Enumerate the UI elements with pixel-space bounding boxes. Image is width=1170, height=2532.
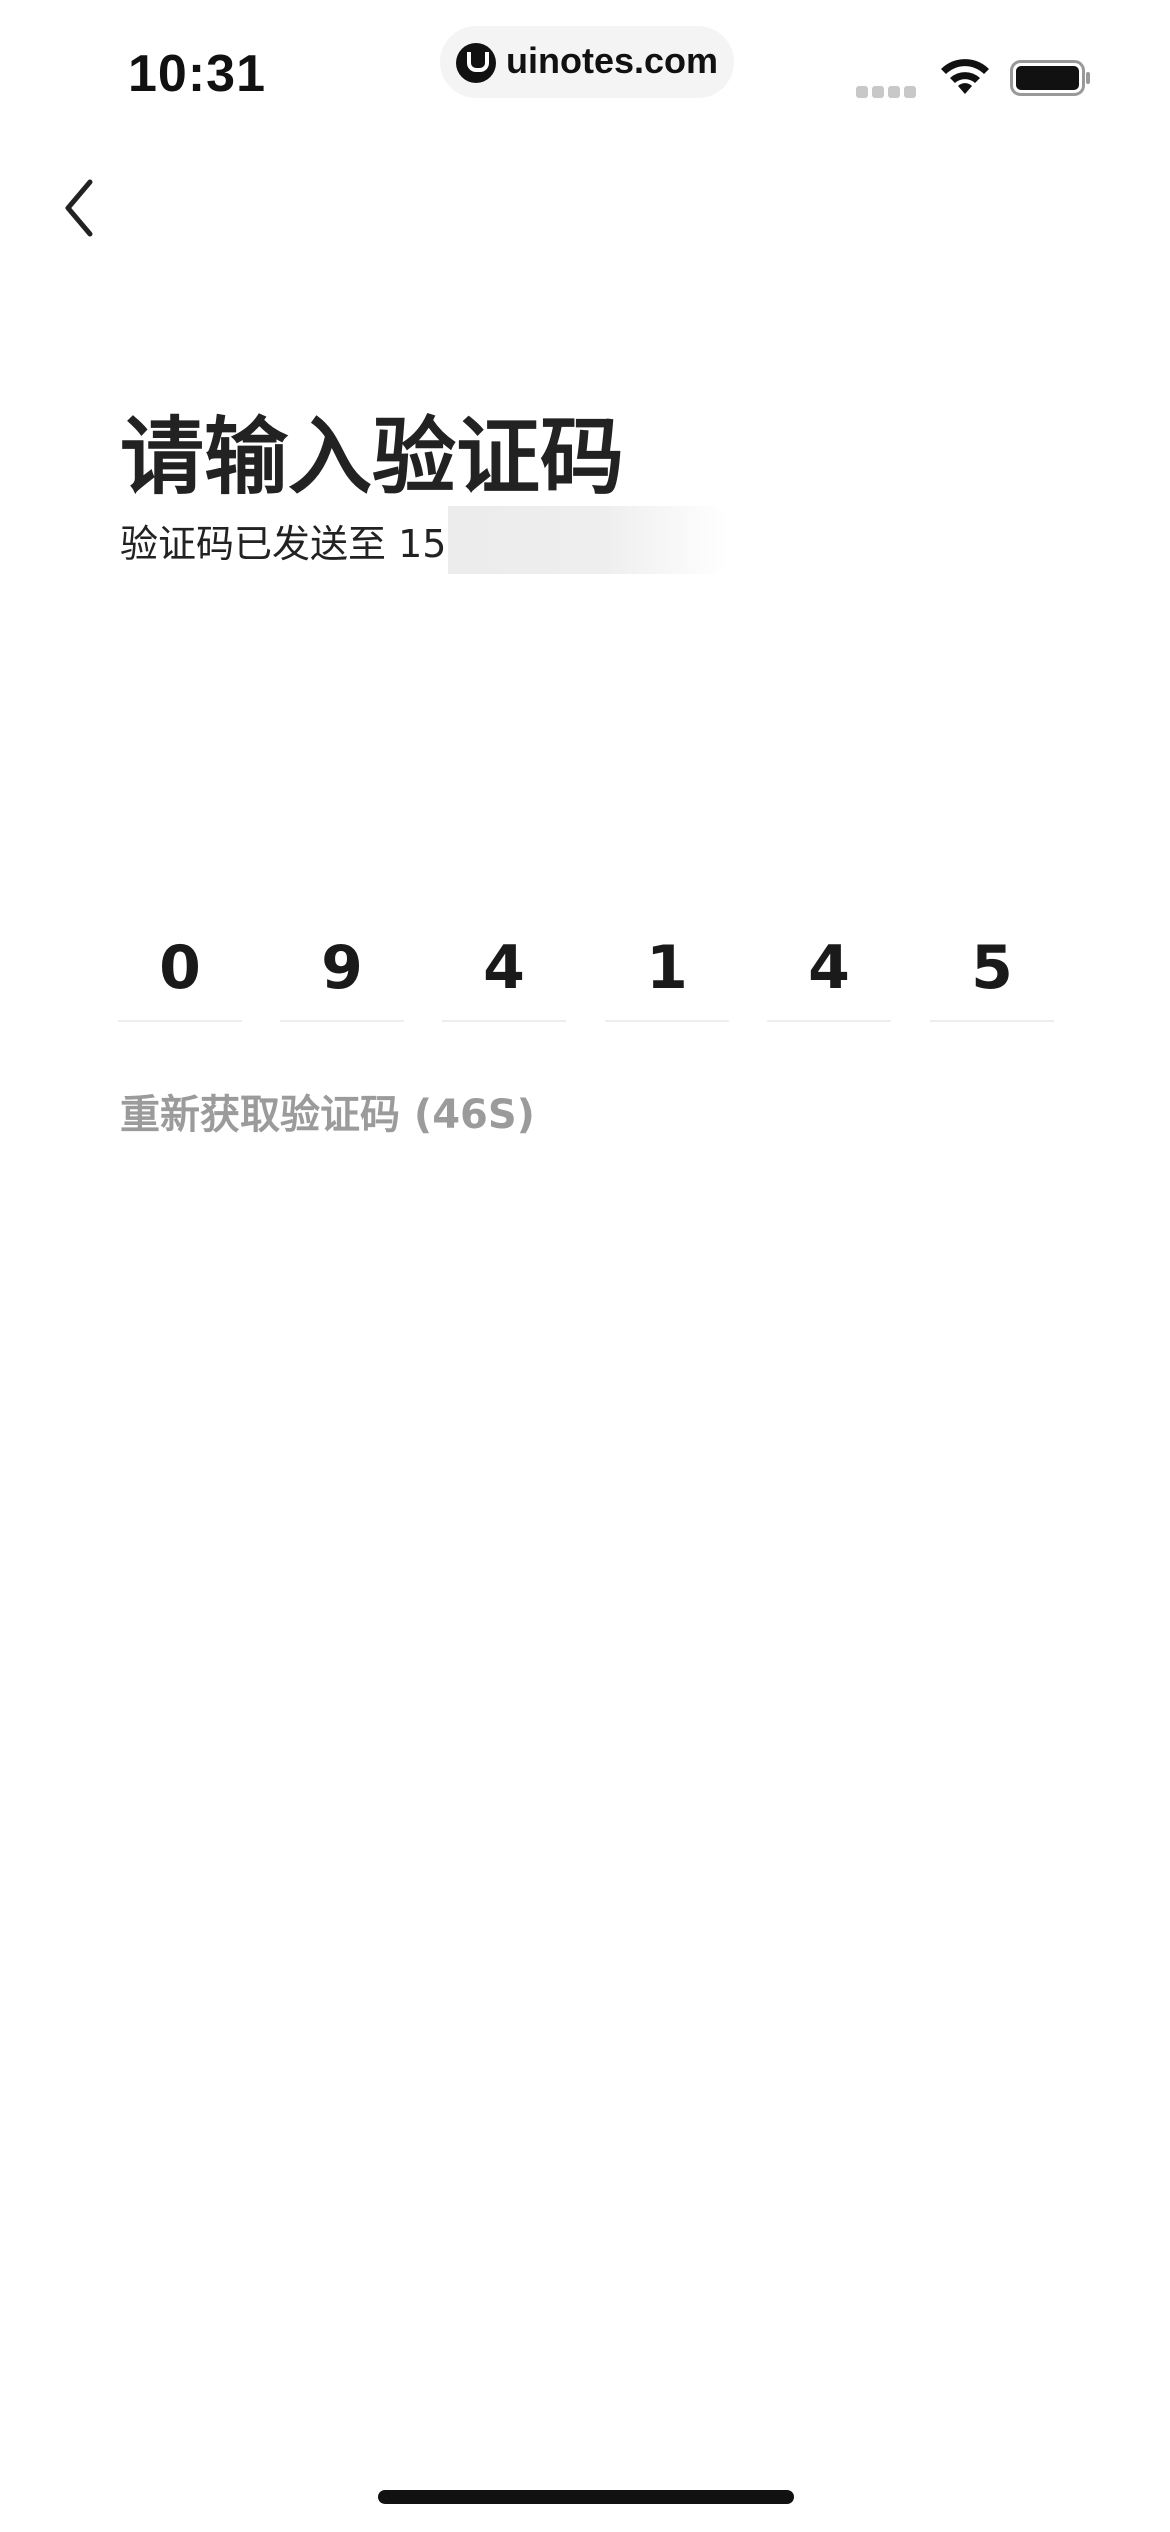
status-time: 10:31 [128, 45, 266, 103]
code-digit-box[interactable]: 4 [442, 920, 566, 1022]
code-digit: 1 [646, 933, 688, 1003]
page-title: 请输入验证码 [120, 408, 625, 506]
code-digit-box[interactable]: 5 [930, 920, 1054, 1022]
resend-code-link[interactable]: 重新获取验证码 (46S) [120, 1082, 535, 1140]
back-button[interactable] [50, 170, 110, 246]
code-digit-box[interactable]: 1 [605, 920, 729, 1022]
signal-dots-icon [856, 86, 918, 98]
code-digit-box[interactable]: 9 [280, 920, 404, 1022]
chevron-left-icon [65, 179, 93, 237]
url-pill[interactable]: uinotes.com [440, 26, 734, 98]
wifi-icon [941, 59, 989, 94]
code-digit-box[interactable]: 4 [767, 920, 891, 1022]
status-bar: 10:31 uinotes.com [0, 0, 1170, 150]
code-digit: 5 [971, 933, 1013, 1003]
url-text: uinotes.com [506, 40, 719, 81]
code-digit: 4 [483, 933, 525, 1003]
home-indicator[interactable] [378, 2490, 794, 2504]
verification-code-input[interactable]: 0 9 4 1 4 5 [118, 920, 1056, 1022]
code-digit: 9 [321, 933, 363, 1003]
subtitle-row: 验证码已发送至 15 [120, 506, 729, 574]
code-digit: 4 [808, 933, 850, 1003]
code-digit-box[interactable]: 0 [118, 920, 242, 1022]
site-logo-icon [456, 43, 496, 83]
battery-icon [1010, 60, 1090, 96]
phone-number-redacted [448, 506, 729, 574]
subtitle-text: 验证码已发送至 15 [120, 521, 447, 566]
code-digit: 0 [159, 933, 201, 1003]
